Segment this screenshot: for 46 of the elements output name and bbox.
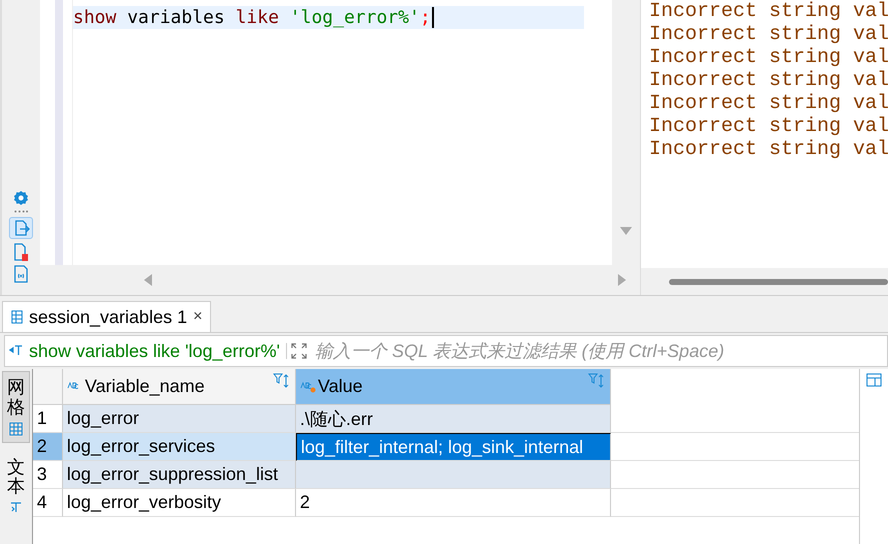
settings-icon — [13, 190, 29, 206]
column-header[interactable]: Variable_name — [62, 369, 296, 405]
more-icon — [14, 210, 28, 213]
console-line: Incorrect string val — [649, 46, 888, 69]
column-label: Value — [318, 376, 363, 397]
close-button[interactable]: × — [193, 308, 202, 326]
row-number[interactable]: 4 — [32, 489, 63, 517]
tab-label: session_variables 1 — [29, 306, 188, 328]
row-number[interactable]: 3 — [32, 461, 63, 489]
result-tab[interactable]: session_variables 1 × — [2, 301, 212, 332]
table-cell: log_error_verbosity — [62, 489, 296, 517]
filter-sort-icon[interactable] — [588, 373, 606, 389]
console-line: Incorrect string val — [649, 0, 888, 23]
row-number[interactable]: 1 — [32, 405, 63, 433]
file-error-icon[interactable] — [13, 243, 29, 261]
variables-file-icon[interactable] — [13, 265, 29, 283]
panel-icon[interactable] — [866, 373, 882, 387]
export-file-icon[interactable] — [9, 217, 33, 239]
filter-sort-icon[interactable] — [272, 373, 291, 389]
table-cell: log_error_services — [62, 433, 296, 461]
text-type-icon — [300, 380, 316, 392]
scroll-down-icon[interactable] — [620, 227, 632, 235]
grid-icon — [8, 422, 23, 436]
query-text: show variables like 'log_error%' — [29, 340, 280, 362]
console-line: Incorrect string val — [649, 23, 888, 46]
view-tab[interactable]: 网格 — [2, 371, 30, 443]
column-header[interactable]: Value — [296, 369, 611, 405]
scrollbar-thumb[interactable] — [669, 278, 888, 284]
view-tab[interactable]: 文本 — [2, 450, 30, 520]
console-line: Incorrect string val — [649, 92, 888, 115]
column-label: Variable_name — [84, 376, 205, 397]
table-cell: 2 — [296, 489, 611, 517]
table-icon — [11, 310, 23, 324]
scroll-left-icon[interactable] — [144, 274, 152, 286]
scroll-right-icon[interactable] — [618, 274, 626, 286]
table-cell: log_error_suppression_list — [62, 461, 296, 489]
text-icon — [10, 501, 22, 514]
console-line: Incorrect string val — [649, 115, 888, 138]
console-line: Incorrect string val — [649, 138, 888, 161]
table-cell: .\随心.err — [296, 405, 611, 433]
row-number[interactable]: 2 — [32, 433, 63, 461]
sql-editor[interactable]: show variables like 'log_error%'; — [73, 0, 612, 265]
expand-icon[interactable] — [286, 343, 307, 360]
table-cell: log_filter_internal; log_sink_internal — [296, 433, 611, 461]
console-line: Incorrect string val — [649, 69, 888, 92]
table-cell: log_error — [62, 405, 296, 433]
